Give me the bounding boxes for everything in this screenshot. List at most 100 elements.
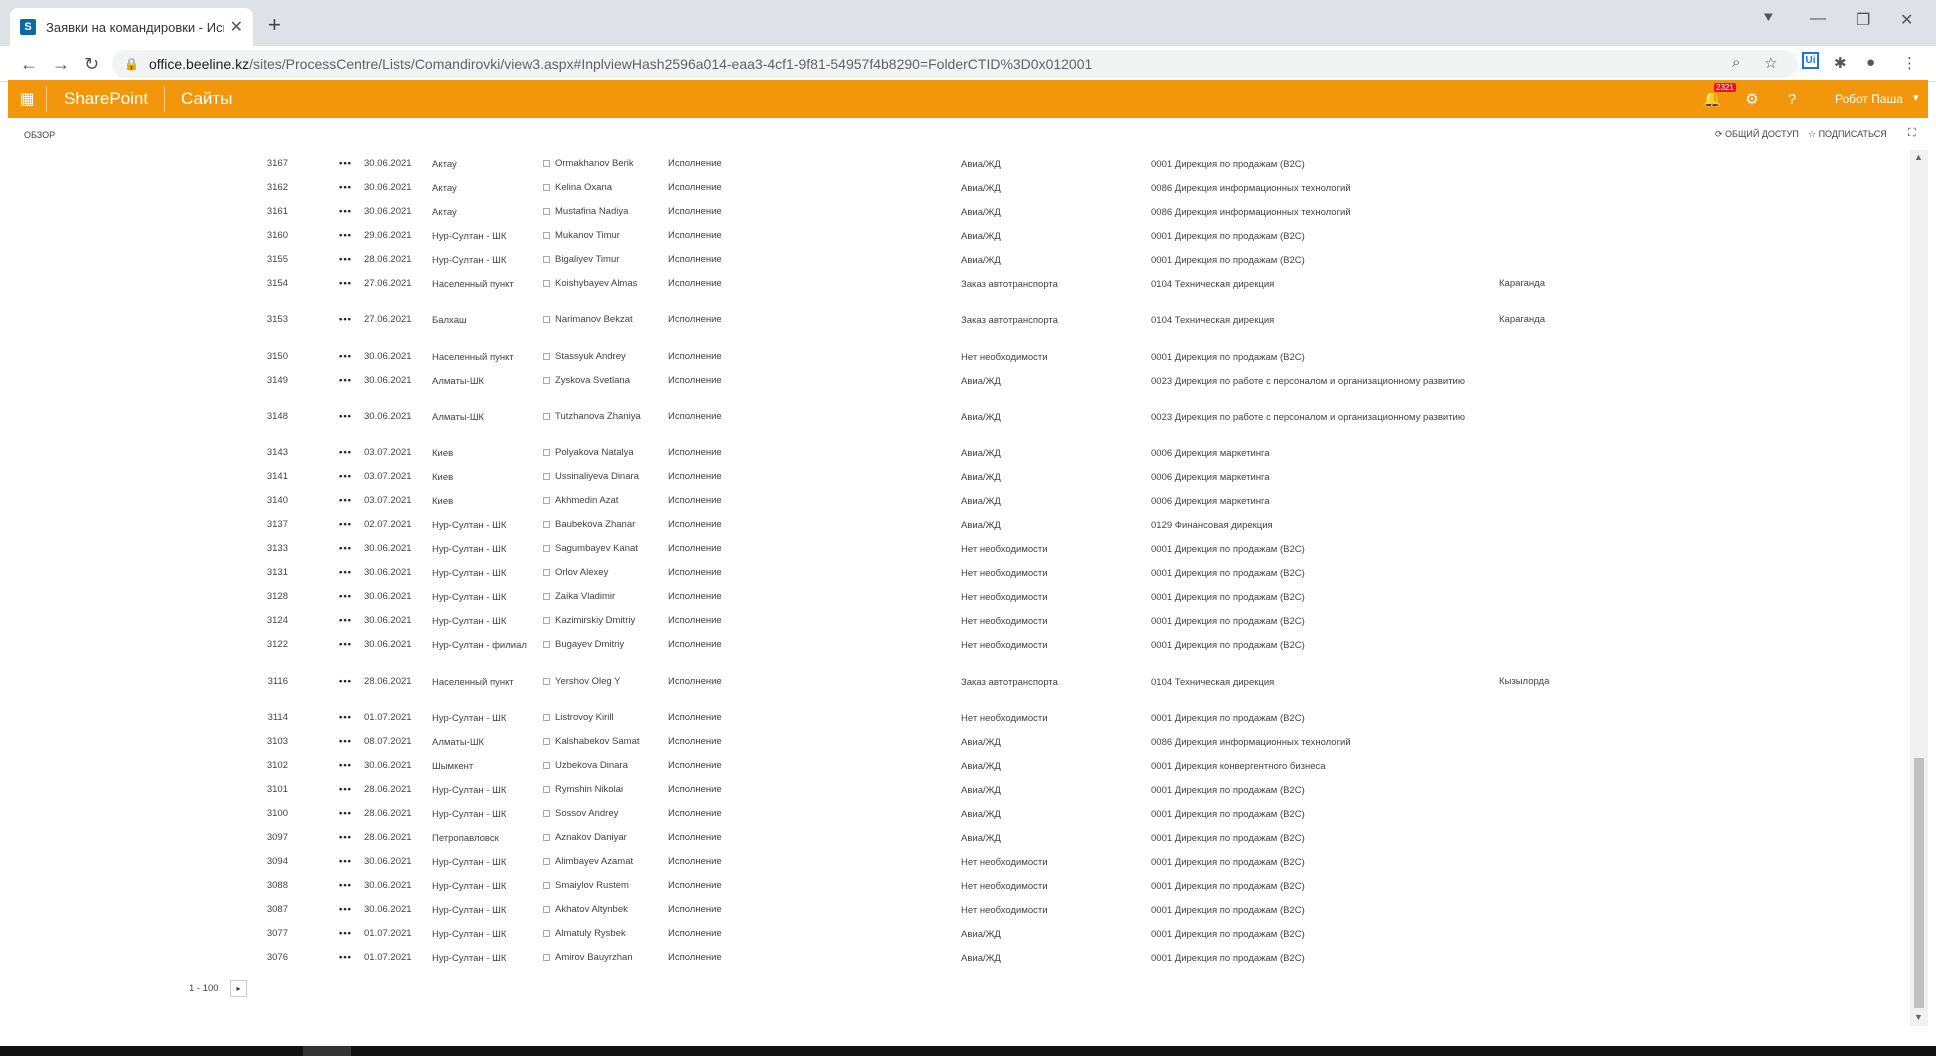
- browser-tab[interactable]: S Заявки на командировки - Исп ✕: [10, 8, 253, 46]
- item-menu-button[interactable]: •••: [339, 278, 352, 289]
- table-row[interactable]: 3128 ••• 30.06.2021 Нур-Султан - ШК Zaika Vl…: [0, 591, 1900, 607]
- row-id[interactable]: 3143: [260, 447, 288, 458]
- item-menu-button[interactable]: •••: [339, 182, 352, 193]
- row-employee[interactable]: Uzbekova Dinara: [555, 760, 628, 771]
- item-menu-button[interactable]: •••: [339, 254, 352, 265]
- item-menu-button[interactable]: •••: [339, 230, 352, 241]
- row-id[interactable]: 3155: [260, 254, 288, 265]
- row-employee[interactable]: Akhmedin Azat: [555, 495, 618, 506]
- next-page-button[interactable]: ▸: [230, 980, 247, 997]
- close-window-icon[interactable]: ✕: [1900, 10, 1913, 30]
- row-employee[interactable]: Aznakov Daniyar: [555, 832, 627, 843]
- item-menu-button[interactable]: •••: [339, 411, 352, 422]
- table-row[interactable]: 3076 ••• 01.07.2021 Нур-Султан - ШК Amirov B…: [0, 952, 1900, 968]
- item-menu-button[interactable]: •••: [339, 375, 352, 386]
- table-row[interactable]: 3114 ••• 01.07.2021 Нур-Султан - ШК Listrovo…: [0, 712, 1900, 728]
- uipath-extension-icon[interactable]: Ui: [1802, 52, 1819, 69]
- row-id[interactable]: 3124: [260, 615, 288, 626]
- item-menu-button[interactable]: •••: [339, 615, 352, 626]
- tab-close-icon[interactable]: ✕: [230, 17, 243, 37]
- table-row[interactable]: 3122 ••• 30.06.2021 Нур-Султан - филиал Buga…: [0, 639, 1900, 655]
- profile-dropdown-icon[interactable]: ⯆: [1762, 10, 1775, 28]
- table-row[interactable]: 3143 ••• 03.07.2021 Киев Polyakova Natalya Ис…: [0, 447, 1900, 463]
- sites-link[interactable]: Сайты: [181, 89, 232, 109]
- row-id[interactable]: 3102: [260, 760, 288, 771]
- item-menu-button[interactable]: •••: [339, 495, 352, 506]
- table-row[interactable]: 3153 ••• 27.06.2021 Балхаш Narimanov Bekzat И…: [0, 314, 1900, 330]
- item-menu-button[interactable]: •••: [339, 314, 352, 325]
- taskbar-item[interactable]: [303, 1046, 351, 1056]
- table-row[interactable]: 3149 ••• 30.06.2021 Алматы-ШК Zyskova Svetla…: [0, 375, 1900, 391]
- item-menu-button[interactable]: •••: [339, 206, 352, 217]
- row-employee[interactable]: Baubekova Zhanar: [555, 519, 635, 530]
- item-menu-button[interactable]: •••: [339, 952, 352, 963]
- help-button[interactable]: ?: [1772, 80, 1812, 118]
- scrollbar-thumb[interactable]: [1914, 758, 1924, 1008]
- minimize-icon[interactable]: —: [1810, 10, 1826, 28]
- row-employee[interactable]: Bugayev Dmitriy: [555, 639, 624, 650]
- item-menu-button[interactable]: •••: [339, 760, 352, 771]
- table-row[interactable]: 3133 ••• 30.06.2021 Нур-Султан - ШК Sagumbay…: [0, 543, 1900, 559]
- item-menu-button[interactable]: •••: [339, 880, 352, 891]
- row-id[interactable]: 3103: [260, 736, 288, 747]
- reload-icon[interactable]: ↻: [84, 54, 99, 75]
- table-row[interactable]: 3160 ••• 29.06.2021 Нур-Султан - ШК Mukanov …: [0, 230, 1900, 246]
- table-row[interactable]: 3101 ••• 28.06.2021 Нур-Султан - ШК Rymshin …: [0, 784, 1900, 800]
- row-employee[interactable]: Zaika Vladimir: [555, 591, 615, 602]
- sharepoint-brand-link[interactable]: SharePoint: [64, 89, 148, 109]
- item-menu-button[interactable]: •••: [339, 639, 352, 650]
- table-row[interactable]: 3100 ••• 28.06.2021 Нур-Султан - ШК Sossov A…: [0, 808, 1900, 824]
- follow-button[interactable]: ☆ ПОДПИСАТЬСЯ: [1808, 129, 1887, 140]
- row-id[interactable]: 3141: [260, 471, 288, 482]
- account-avatar-icon[interactable]: ●: [1866, 54, 1875, 71]
- table-row[interactable]: 3094 ••• 30.06.2021 Нур-Султан - ШК Alimbaye…: [0, 856, 1900, 872]
- item-menu-button[interactable]: •••: [339, 351, 352, 362]
- row-id[interactable]: 3100: [260, 808, 288, 819]
- item-menu-button[interactable]: •••: [339, 736, 352, 747]
- row-employee[interactable]: Sagumbayev Kanat: [555, 543, 638, 554]
- item-menu-button[interactable]: •••: [339, 832, 352, 843]
- row-id[interactable]: 3076: [260, 952, 288, 963]
- table-row[interactable]: 3155 ••• 28.06.2021 Нур-Султан - ШК Bigaliye…: [0, 254, 1900, 270]
- table-row[interactable]: 3148 ••• 30.06.2021 Алматы-ШК Tutzhanova Zha…: [0, 411, 1900, 427]
- row-id[interactable]: 3128: [260, 591, 288, 602]
- extensions-puzzle-icon[interactable]: ✱: [1834, 54, 1847, 72]
- browser-menu-icon[interactable]: ⋮: [1902, 54, 1917, 72]
- table-row[interactable]: 3154 ••• 27.06.2021 Населенный пункт Koishyb…: [0, 278, 1900, 294]
- back-arrow-icon[interactable]: ←: [20, 54, 38, 75]
- user-menu[interactable]: Робот Паша: [1835, 92, 1903, 106]
- item-menu-button[interactable]: •••: [339, 784, 352, 795]
- row-employee[interactable]: Ormakhanov Berik: [555, 158, 634, 169]
- table-row[interactable]: 3077 ••• 01.07.2021 Нур-Султан - ШК Almatuly…: [0, 928, 1900, 944]
- row-employee[interactable]: Akhatov Altynbek: [555, 904, 628, 915]
- item-menu-button[interactable]: •••: [339, 928, 352, 939]
- row-id[interactable]: 3167: [260, 158, 288, 169]
- row-id[interactable]: 3153: [260, 314, 288, 325]
- item-menu-button[interactable]: •••: [339, 158, 352, 169]
- item-menu-button[interactable]: •••: [339, 567, 352, 578]
- item-menu-button[interactable]: •••: [339, 712, 352, 723]
- table-row[interactable]: 3087 ••• 30.06.2021 Нур-Султан - ШК Akhatov …: [0, 904, 1900, 920]
- item-menu-button[interactable]: •••: [339, 676, 352, 687]
- table-row[interactable]: 3102 ••• 30.06.2021 Шымкент Uzbekova Dinara И…: [0, 760, 1900, 776]
- table-row[interactable]: 3124 ••• 30.06.2021 Нур-Султан - ШК Kazimirs…: [0, 615, 1900, 631]
- table-row[interactable]: 3167 ••• 30.06.2021 Актау Ormakhanov Berik Ис…: [0, 158, 1900, 174]
- row-employee[interactable]: Stassyuk Andrey: [555, 351, 626, 362]
- row-employee[interactable]: Rymshin Nikolai: [555, 784, 623, 795]
- row-employee[interactable]: Smaiylov Rustem: [555, 880, 629, 891]
- row-employee[interactable]: Ussinaliyeva Dinara: [555, 471, 639, 482]
- scroll-up-arrow-icon[interactable]: ▲: [1914, 152, 1923, 162]
- row-id[interactable]: 3116: [260, 676, 288, 687]
- table-row[interactable]: 3103 ••• 08.07.2021 Алматы-ШК Kalshabekov Sa…: [0, 736, 1900, 752]
- row-id[interactable]: 3150: [260, 351, 288, 362]
- row-id[interactable]: 3131: [260, 567, 288, 578]
- table-row[interactable]: 3161 ••• 30.06.2021 Актау Mustafina Nadiya Ис…: [0, 206, 1900, 222]
- row-id[interactable]: 3088: [260, 880, 288, 891]
- row-employee[interactable]: Koishybayev Almas: [555, 278, 637, 289]
- item-menu-button[interactable]: •••: [339, 447, 352, 458]
- row-id[interactable]: 3097: [260, 832, 288, 843]
- row-id[interactable]: 3094: [260, 856, 288, 867]
- row-employee[interactable]: Tutzhanova Zhaniya: [555, 411, 641, 422]
- new-tab-button[interactable]: +: [268, 12, 281, 38]
- lock-icon[interactable]: 🔒: [124, 57, 139, 71]
